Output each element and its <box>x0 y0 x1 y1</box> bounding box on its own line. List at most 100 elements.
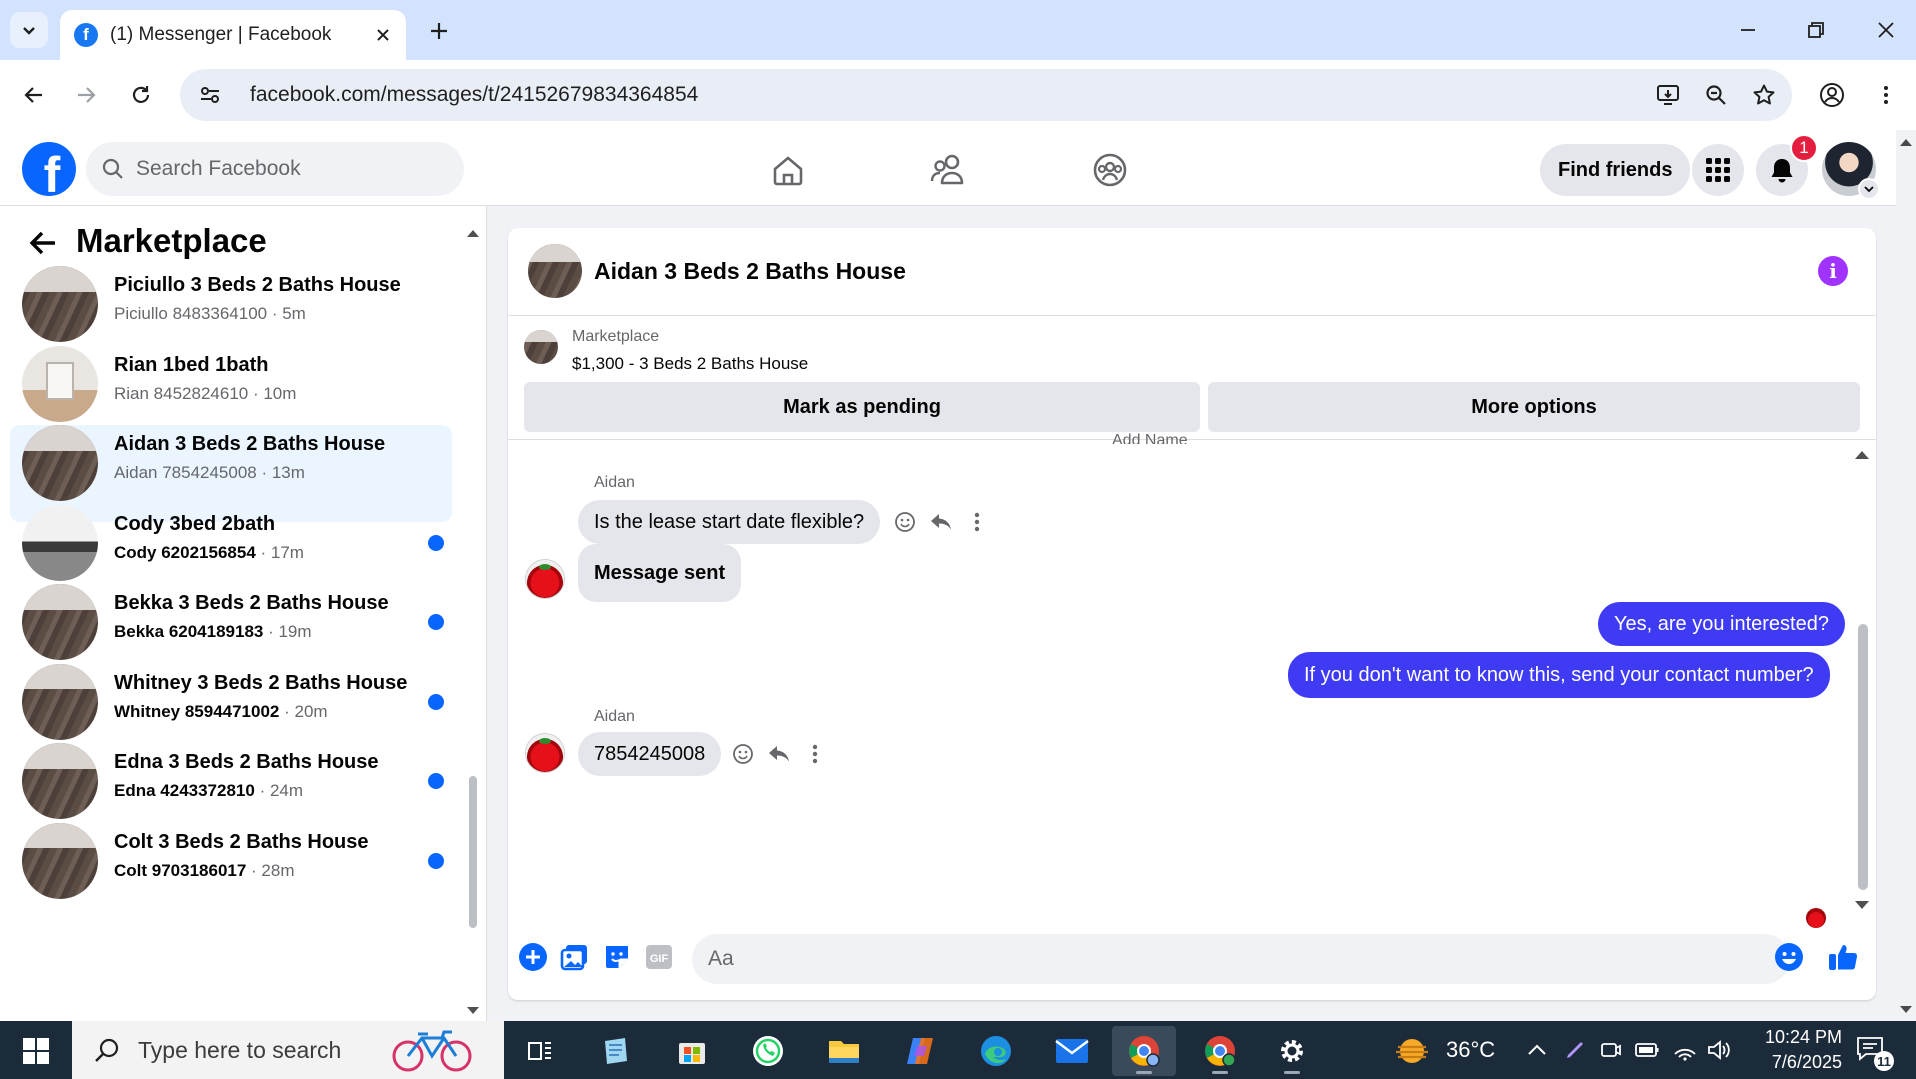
meet-now-icon[interactable] <box>1598 1037 1624 1063</box>
system-clock[interactable]: 10:24 PM 7/6/2025 <box>1732 1025 1842 1075</box>
gif-icon[interactable]: GIF <box>642 940 676 974</box>
zoom-icon[interactable] <box>1696 75 1736 115</box>
start-button[interactable] <box>14 1031 58 1071</box>
nav-groups[interactable] <box>1082 146 1138 194</box>
new-tab-button[interactable] <box>422 14 456 48</box>
conversation-preview: Whitney 8594471002 <box>114 701 280 721</box>
chat-scroll-down-icon[interactable] <box>1854 900 1870 910</box>
listing-thumbnail[interactable] <box>524 330 558 364</box>
taskbar-search-input[interactable] <box>138 1036 398 1064</box>
tab-search-dropdown[interactable] <box>10 12 48 48</box>
more-actions-icon[interactable] <box>800 739 830 769</box>
browser-menu-button[interactable] <box>1866 75 1906 115</box>
bookmark-star-icon[interactable] <box>1744 75 1784 115</box>
whatsapp-app[interactable] <box>736 1026 800 1076</box>
conversation-preview-line: Bekka 6204189183 · 19m <box>114 622 312 642</box>
facebook-search[interactable] <box>86 142 464 196</box>
facebook-search-input[interactable] <box>136 157 436 181</box>
notepad-app[interactable] <box>584 1026 648 1076</box>
chat-title[interactable]: Aidan 3 Beds 2 Baths House <box>594 258 906 285</box>
sidebar-scroll-thumb[interactable] <box>469 776 477 928</box>
settings-app[interactable] <box>1260 1026 1324 1076</box>
edge-app[interactable] <box>964 1026 1028 1076</box>
incoming-message[interactable]: 7854245008 <box>578 732 722 776</box>
arrow-left-icon <box>29 231 55 255</box>
task-view-button[interactable] <box>508 1026 572 1076</box>
message-input-wrapper[interactable] <box>692 934 1790 984</box>
sender-avatar[interactable] <box>526 560 564 598</box>
scroll-up-icon[interactable] <box>466 228 480 238</box>
react-icon[interactable] <box>728 739 758 769</box>
taskbar-search[interactable] <box>72 1021 504 1079</box>
sender-avatar[interactable] <box>526 734 564 772</box>
facebook-logo[interactable]: f <box>22 142 76 196</box>
chat-avatar[interactable] <box>528 244 582 298</box>
conversation-time: · 24m <box>254 781 304 800</box>
close-window-button[interactable] <box>1856 8 1916 52</box>
copilot-icon <box>907 1038 933 1064</box>
notification-badge: 1 <box>1790 134 1818 162</box>
message-input[interactable] <box>708 947 1708 971</box>
page-scroll-down-icon[interactable] <box>1898 1004 1914 1016</box>
battery-icon[interactable] <box>1634 1037 1660 1063</box>
install-app-icon[interactable] <box>1648 75 1688 115</box>
menu-button[interactable] <box>1692 144 1744 196</box>
reply-icon[interactable] <box>926 507 956 537</box>
back-button[interactable] <box>26 226 60 260</box>
weather-widget[interactable] <box>1382 1026 1442 1076</box>
pen-tray-icon[interactable] <box>1562 1037 1588 1063</box>
emoji-icon[interactable] <box>1772 940 1806 974</box>
conversation-preview: Edna 4243372810 <box>114 781 255 800</box>
mark-as-pending-button[interactable]: Mark as pending <box>524 382 1200 432</box>
chrome-app-active[interactable] <box>1112 1026 1176 1076</box>
incoming-message[interactable]: Is the lease start date flexible? <box>578 500 881 544</box>
outgoing-message[interactable]: If you don't want to know this, send you… <box>1288 652 1830 698</box>
groups-icon <box>1093 153 1127 187</box>
restore-button[interactable] <box>1786 8 1846 52</box>
listing-description[interactable]: $1,300 - 3 Beds 2 Baths House <box>572 354 808 374</box>
photo-icon[interactable] <box>558 940 592 974</box>
chat-scroll-thumb[interactable] <box>1858 624 1868 890</box>
chat-scroll-up-icon[interactable] <box>1854 450 1870 460</box>
close-tab-icon[interactable] <box>370 22 396 48</box>
reload-button[interactable] <box>121 75 161 115</box>
nav-home[interactable] <box>760 146 816 194</box>
page-scroll-up-icon[interactable] <box>1898 136 1914 148</box>
thumbs-up-icon[interactable] <box>1826 940 1860 974</box>
scroll-down-icon[interactable] <box>466 1006 480 1016</box>
outgoing-message[interactable]: Yes, are you interested? <box>1598 602 1845 646</box>
back-button[interactable] <box>14 75 54 115</box>
plus-circle-icon[interactable] <box>516 940 550 974</box>
react-icon[interactable] <box>890 507 920 537</box>
weather-temperature[interactable]: 36°C <box>1446 1037 1495 1063</box>
notification-count-badge: 11 <box>1874 1051 1894 1071</box>
file-explorer-app[interactable] <box>812 1026 876 1076</box>
system-message[interactable]: Message sent <box>578 544 742 602</box>
site-info-icon[interactable] <box>192 77 228 113</box>
volume-icon[interactable] <box>1706 1037 1732 1063</box>
copilot-app[interactable] <box>888 1026 952 1076</box>
microsoft-store-app[interactable] <box>660 1026 724 1076</box>
profile-menu-button[interactable] <box>1812 75 1852 115</box>
sticker-icon[interactable] <box>600 940 634 974</box>
more-actions-icon[interactable] <box>962 507 992 537</box>
notification-center-button[interactable]: 11 <box>1856 1035 1896 1071</box>
address-bar[interactable]: facebook.com/messages/t/2415267983436485… <box>180 69 1792 121</box>
show-hidden-icons[interactable] <box>1524 1037 1550 1063</box>
find-friends-button[interactable]: Find friends <box>1540 144 1691 196</box>
url-text[interactable]: facebook.com/messages/t/2415267983436485… <box>250 83 1648 107</box>
conversation-item[interactable]: Colt 3 Beds 2 Baths House Colt 9703186017… <box>10 822 452 920</box>
mail-app[interactable] <box>1040 1026 1104 1076</box>
wifi-icon[interactable] <box>1672 1037 1698 1063</box>
forward-button[interactable] <box>66 75 106 115</box>
minimize-button[interactable] <box>1718 8 1778 52</box>
active-browser-tab[interactable]: f (1) Messenger | Facebook <box>60 10 406 60</box>
reply-icon[interactable] <box>764 739 794 769</box>
conversation-info-button[interactable]: i <box>1818 256 1848 286</box>
conversation-name: Piciullo 3 Beds 2 Baths House <box>114 274 401 296</box>
nav-friends[interactable] <box>920 146 976 194</box>
account-caret[interactable] <box>1858 178 1880 200</box>
bell-icon <box>1771 159 1793 183</box>
chrome-app[interactable] <box>1188 1026 1252 1076</box>
more-options-button[interactable]: More options <box>1208 382 1860 432</box>
